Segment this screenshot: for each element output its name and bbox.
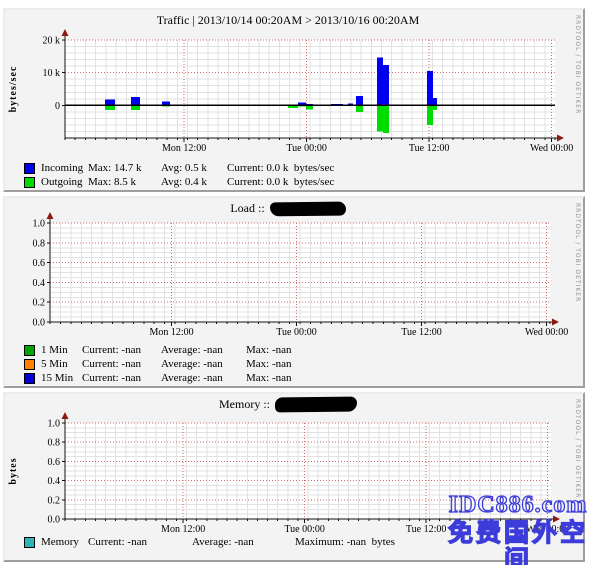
svg-text:1.0: 1.0 xyxy=(33,219,46,230)
svg-text:20 k: 20 k xyxy=(43,36,61,47)
legend-cell: Current: 0.0 k bytes/sec xyxy=(227,161,334,175)
legend-cell: Max: 14.7 k xyxy=(88,161,161,175)
monitoring-page: Traffic | 2013/10/14 00:20AM > 2013/10/1… xyxy=(0,0,600,565)
rrdtool-credit-text: RRDTOOL / TOBI OETIKER xyxy=(574,399,581,498)
legend-cell: Current: -nan xyxy=(88,535,192,549)
legend-row: OutgoingMax: 8.5 kAvg: 0.4 kCurrent: 0.0… xyxy=(24,175,334,189)
legend-cell: Max: -nan xyxy=(246,357,292,371)
legend-cell: 15 Min xyxy=(41,371,82,385)
legend-cell: Current: -nan xyxy=(82,371,161,385)
svg-text:10 k: 10 k xyxy=(43,68,61,79)
legend-cell: Outgoing xyxy=(41,175,88,189)
svg-text:Wed 00:00: Wed 00:00 xyxy=(525,327,568,338)
svg-text:Tue 12:00: Tue 12:00 xyxy=(401,327,441,338)
legend-swatch xyxy=(24,345,35,356)
svg-text:0.0: 0.0 xyxy=(33,318,46,329)
svg-text:0.8: 0.8 xyxy=(33,238,46,249)
legend-swatch xyxy=(24,537,35,548)
legend-row: 15 MinCurrent: -nanAverage: -nanMax: -na… xyxy=(24,371,292,385)
traffic-graph-panel: Traffic | 2013/10/14 00:20AM > 2013/10/1… xyxy=(3,8,585,192)
legend-cell: Incoming xyxy=(41,161,88,175)
memory-graph-panel: Memory :: 1.00.80.60.40.20.0Mon 12:00Tue… xyxy=(3,392,585,562)
rrdtool-credit-text: RRDTOOL / TOBI OETIKER xyxy=(574,203,581,302)
legend-cell: Current: -nan xyxy=(82,357,161,371)
svg-text:Tue 00:00: Tue 00:00 xyxy=(284,524,324,535)
svg-text:1.0: 1.0 xyxy=(48,419,61,430)
traffic-y-axis-label: bytes/sec xyxy=(8,66,19,113)
load-legend: 1 MinCurrent: -nanAverage: -nanMax: -nan… xyxy=(24,343,292,385)
legend-cell: Max: -nan xyxy=(246,371,292,385)
svg-text:Mon 12:00: Mon 12:00 xyxy=(149,327,193,338)
legend-cell: Average: -nan xyxy=(161,357,246,371)
svg-text:0.4: 0.4 xyxy=(33,278,46,289)
load-graph-panel: Load :: 1.00.80.60.40.20.0Mon 12:00Tue 0… xyxy=(3,196,585,388)
svg-text:0.4: 0.4 xyxy=(48,476,61,487)
legend-row: IncomingMax: 14.7 kAvg: 0.5 kCurrent: 0.… xyxy=(24,161,334,175)
legend-cell: Memory xyxy=(41,535,88,549)
svg-text:Tue 12:00: Tue 12:00 xyxy=(406,524,446,535)
svg-text:Mon 12:00: Mon 12:00 xyxy=(162,143,206,154)
rrdtool-credit-text: RRDTOOL / TOBI OETIKER xyxy=(574,15,581,114)
traffic-legend: IncomingMax: 14.7 kAvg: 0.5 kCurrent: 0.… xyxy=(24,161,334,189)
svg-text:Wed 00:00: Wed 00:00 xyxy=(530,143,573,154)
svg-text:0.2: 0.2 xyxy=(48,495,61,506)
legend-cell: Maximum: -nan bytes xyxy=(295,535,395,549)
memory-y-axis-label: bytes xyxy=(8,457,19,484)
svg-text:0.0: 0.0 xyxy=(48,515,61,526)
svg-text:0.2: 0.2 xyxy=(33,298,46,309)
legend-swatch xyxy=(24,359,35,370)
svg-text:0.6: 0.6 xyxy=(48,457,61,468)
svg-text:0.6: 0.6 xyxy=(33,258,46,269)
legend-cell: Max: 8.5 k xyxy=(88,175,161,189)
legend-row: 1 MinCurrent: -nanAverage: -nanMax: -nan xyxy=(24,343,292,357)
legend-row: 5 MinCurrent: -nanAverage: -nanMax: -nan xyxy=(24,357,292,371)
svg-text:0.8: 0.8 xyxy=(48,438,61,449)
legend-cell: Avg: 0.5 k xyxy=(161,161,227,175)
legend-cell: 1 Min xyxy=(41,343,82,357)
legend-swatch xyxy=(24,373,35,384)
svg-text:0: 0 xyxy=(55,101,60,112)
svg-text:Wed 00:00: Wed 00:00 xyxy=(526,524,569,535)
legend-cell: Current: -nan xyxy=(82,343,161,357)
legend-cell: Avg: 0.4 k xyxy=(161,175,227,189)
legend-cell: Current: 0.0 k bytes/sec xyxy=(227,175,334,189)
legend-swatch xyxy=(24,177,35,188)
legend-swatch xyxy=(24,163,35,174)
memory-legend: MemoryCurrent: -nanAverage: -nanMaximum:… xyxy=(24,535,395,549)
svg-text:Mon 12:00: Mon 12:00 xyxy=(161,524,205,535)
svg-text:Tue 00:00: Tue 00:00 xyxy=(286,143,326,154)
legend-cell: Average: -nan xyxy=(192,535,295,549)
legend-cell: Average: -nan xyxy=(161,371,246,385)
svg-text:Tue 12:00: Tue 12:00 xyxy=(409,143,449,154)
legend-cell: 5 Min xyxy=(41,357,82,371)
legend-row: MemoryCurrent: -nanAverage: -nanMaximum:… xyxy=(24,535,395,549)
svg-text:Tue 00:00: Tue 00:00 xyxy=(276,327,316,338)
legend-cell: Max: -nan xyxy=(246,343,292,357)
legend-cell: Average: -nan xyxy=(161,343,246,357)
